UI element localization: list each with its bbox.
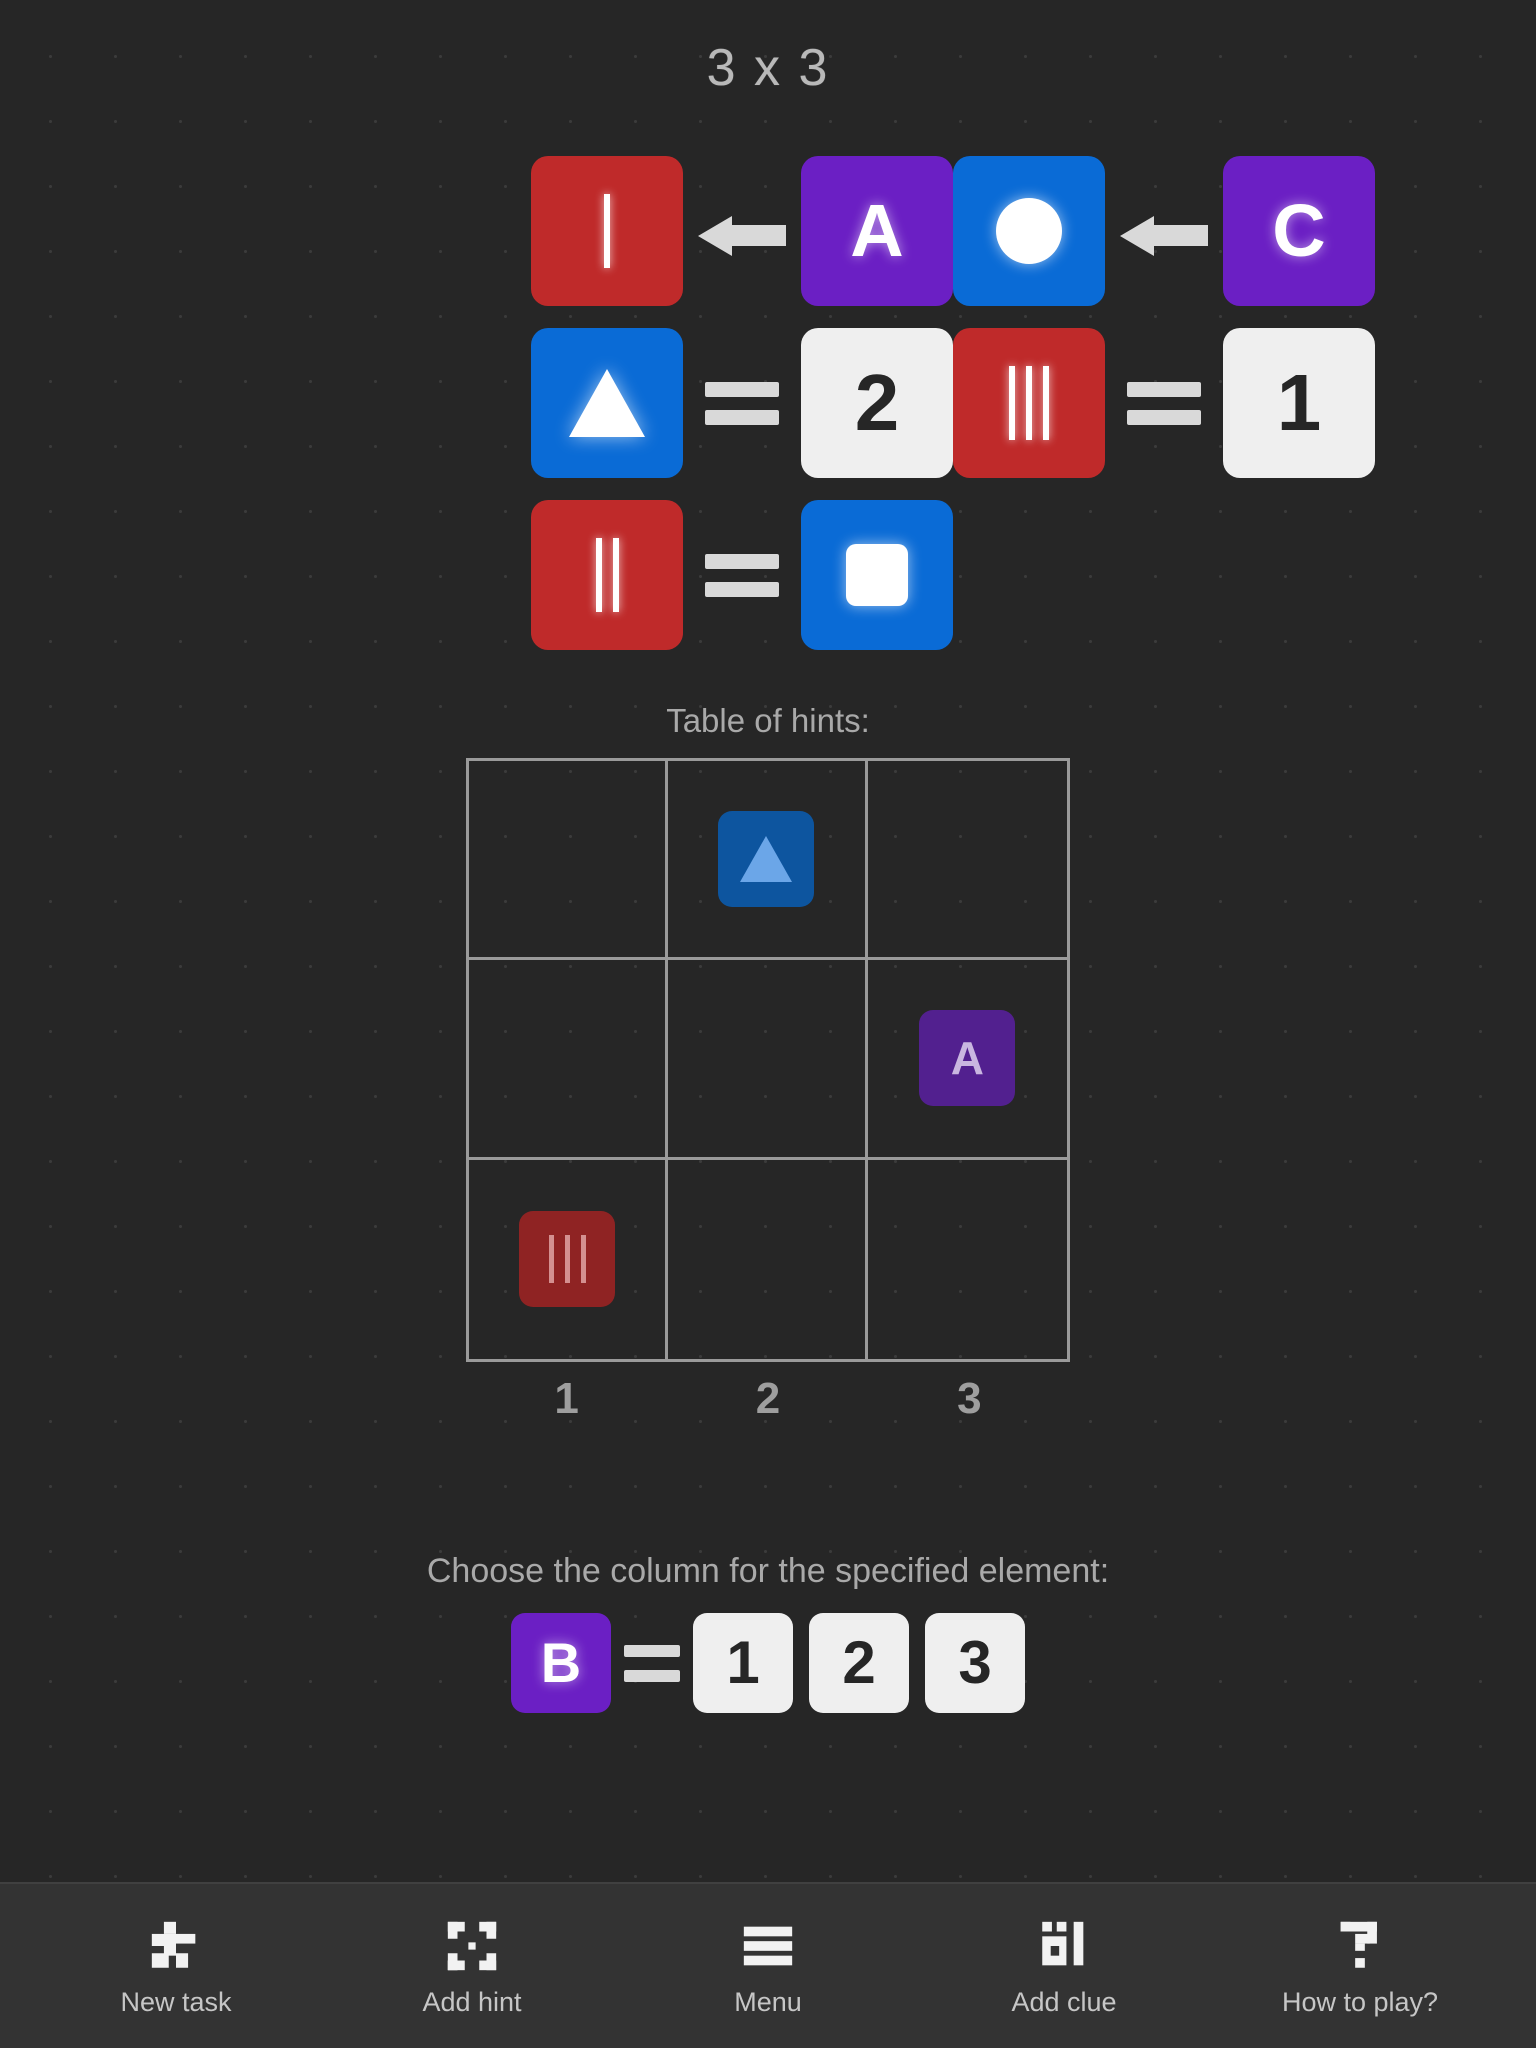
answer-choices: 1 2 3 xyxy=(693,1613,1025,1713)
grid-cell-r3c2[interactable] xyxy=(668,1159,868,1359)
puzzle-blocks-icon xyxy=(147,1917,205,1975)
grid-cell-r2c2[interactable] xyxy=(668,960,868,1160)
clue-pair: 1 xyxy=(953,328,1375,478)
operator-arrow-left xyxy=(683,216,801,256)
toolbar-how-to-play-button[interactable]: How to play? xyxy=(1260,1917,1460,2016)
operator-equals xyxy=(611,1644,693,1682)
clue-tile-number-1: 1 xyxy=(1223,328,1375,478)
toolbar-label: How to play? xyxy=(1281,1986,1439,2017)
clue-tile-letter-c: C xyxy=(1223,156,1375,306)
equals-icon xyxy=(705,553,779,597)
equals-icon xyxy=(1127,381,1201,425)
arrow-left-icon xyxy=(1120,216,1208,256)
hint-tile-tally-3 xyxy=(519,1211,616,1308)
hints-table-label: Table of hints: xyxy=(666,702,870,739)
equals-icon xyxy=(705,381,779,425)
tile-label: 1 xyxy=(1276,358,1322,447)
hamburger-icon xyxy=(739,1917,797,1975)
grid-cell-r1c2[interactable] xyxy=(668,761,868,961)
answer-label: 2 xyxy=(842,1629,876,1696)
clue-pair: A xyxy=(531,156,953,306)
clue-tile-triangle xyxy=(531,328,683,478)
page-title: 3 x 3 xyxy=(706,39,830,97)
arrow-left-icon xyxy=(698,216,786,256)
question-mark-icon xyxy=(1331,1917,1389,1975)
operator-equals xyxy=(683,381,801,425)
clue-tile-letter-a: A xyxy=(801,156,953,306)
toolbar-label: Add hint xyxy=(422,1986,522,2017)
column-label-1: 1 xyxy=(554,1374,579,1423)
toolbar-menu-button[interactable]: Menu xyxy=(668,1917,868,2016)
square-icon xyxy=(846,544,908,606)
clue-pair xyxy=(531,500,953,650)
grid-cell-r2c3[interactable]: A xyxy=(867,960,1067,1160)
clue-tile-square xyxy=(801,500,953,650)
bottom-toolbar: New task Add hint Menu Add clue How to p… xyxy=(0,1882,1536,2048)
answer-label: 1 xyxy=(726,1629,760,1696)
grid-column-labels: 1 2 3 xyxy=(466,1374,1070,1424)
grid-cell-r3c3[interactable] xyxy=(868,1160,1067,1359)
clue-tile-number-2: 2 xyxy=(801,328,953,478)
column-label-2: 2 xyxy=(755,1374,781,1423)
answer-choice-1[interactable]: 1 xyxy=(693,1613,793,1713)
hint-tile-letter-a: A xyxy=(919,1010,1016,1107)
clue-tile-tally-2 xyxy=(531,500,683,650)
clue-pair: C xyxy=(953,156,1375,306)
hints-table: A 1 2 3 xyxy=(466,758,1070,1424)
grid-cell-r1c1[interactable] xyxy=(469,761,669,961)
toolbar-add-clue-button[interactable]: Add clue xyxy=(964,1917,1164,2016)
operator-equals xyxy=(683,553,801,597)
tile-label: C xyxy=(1272,189,1326,272)
tile-label: A xyxy=(950,1032,984,1085)
question-prompt: Choose the column for the specified elem… xyxy=(426,1552,1110,1590)
tally-1-icon xyxy=(604,194,610,268)
clues-area: A C 2 1 xyxy=(0,156,1536,650)
tile-label: A xyxy=(850,189,904,272)
tally-3-icon xyxy=(548,1235,586,1284)
grid-cell-r2c1[interactable] xyxy=(469,960,669,1160)
equals-icon xyxy=(624,1644,680,1682)
tile-label: 2 xyxy=(854,358,900,447)
clue-pair: 2 xyxy=(531,328,953,478)
toolbar-new-task-button[interactable]: New task xyxy=(76,1917,276,2016)
clue-row: 2 1 xyxy=(263,328,1375,478)
question-subject-tile-b: B xyxy=(511,1613,611,1713)
answer-choice-3[interactable]: 3 xyxy=(925,1613,1025,1713)
grid-cell-r3c1[interactable] xyxy=(469,1159,669,1359)
tally-2-icon xyxy=(595,538,619,612)
clue-row: A C xyxy=(263,156,1375,306)
triangle-icon xyxy=(569,369,645,437)
answer-label: 3 xyxy=(958,1629,992,1696)
toolbar-label: Menu xyxy=(734,1986,802,2017)
column-label-3: 3 xyxy=(957,1374,982,1423)
tally-3-icon xyxy=(1009,366,1049,440)
operator-arrow-left xyxy=(1105,216,1223,256)
clue-tile-tally-3 xyxy=(953,328,1105,478)
grid-cell-r1c3[interactable] xyxy=(867,761,1067,961)
tile-label: B xyxy=(540,1631,582,1694)
clue-tile-circle xyxy=(953,156,1105,306)
answer-choice-2[interactable]: 2 xyxy=(809,1613,909,1713)
toolbar-label: New task xyxy=(120,1986,232,2017)
triangle-icon xyxy=(740,836,793,883)
corner-brackets-icon xyxy=(443,1917,501,1975)
operator-equals xyxy=(1105,381,1223,425)
toolbar-label: Add clue xyxy=(1011,1986,1117,2017)
hints-grid: A xyxy=(466,758,1070,1362)
answer-row: B 1 2 3 xyxy=(0,1613,1536,1713)
blocks-icon xyxy=(1035,1917,1093,1975)
hint-tile-triangle xyxy=(718,811,815,908)
clue-row xyxy=(263,500,1273,650)
game-screen: 3 x 3 A C 2 1 Table of hints: A 1 2 3 Ch… xyxy=(0,0,1536,2048)
clue-tile-tally-1 xyxy=(531,156,683,306)
toolbar-add-hint-button[interactable]: Add hint xyxy=(372,1917,572,2016)
circle-icon xyxy=(996,198,1062,264)
